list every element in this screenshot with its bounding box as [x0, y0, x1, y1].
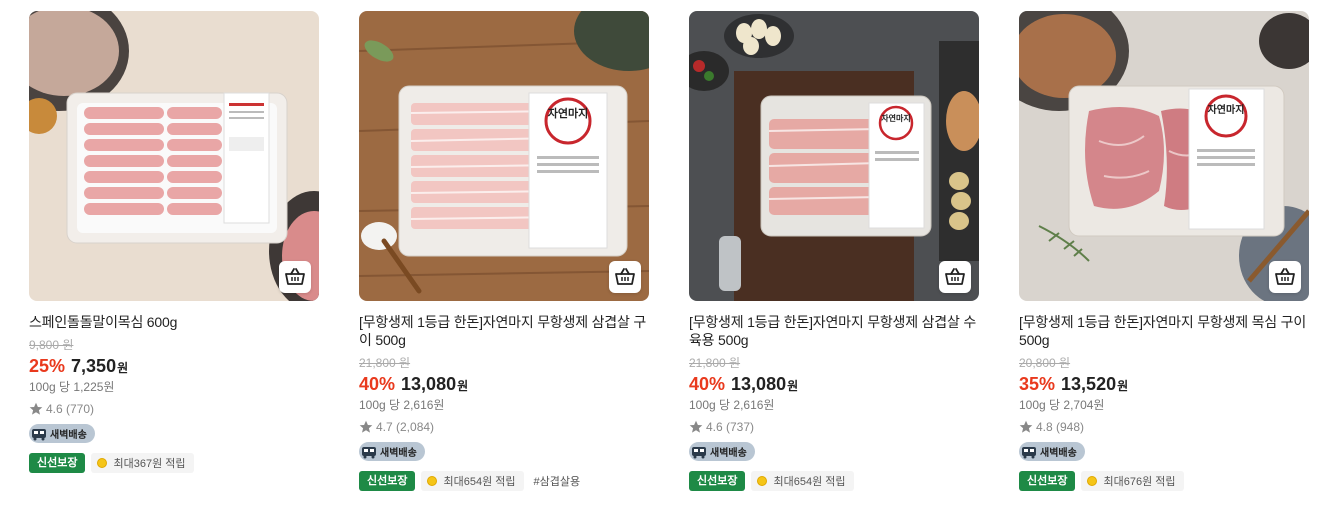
- product-thumbnail[interactable]: 자연마지: [689, 11, 979, 301]
- fresh-guarantee-badge: 신선보장: [689, 470, 746, 491]
- coin-icon: [1087, 475, 1098, 486]
- unit-price: 100g 당 1,225원: [29, 380, 115, 394]
- sale-price: 13,080: [401, 374, 457, 394]
- product-title[interactable]: 스페인돌돌말이목심 600g: [29, 313, 319, 331]
- unit-price: 100g 당 2,616원: [689, 398, 775, 412]
- truck-icon: [362, 446, 376, 458]
- product-thumbnail[interactable]: [29, 11, 319, 301]
- cart-icon: [285, 268, 305, 285]
- star-icon: [1019, 420, 1033, 433]
- unit-price: 100g 당 2,616원: [359, 398, 445, 412]
- add-to-cart-button[interactable]: [279, 261, 311, 293]
- cart-icon: [615, 268, 635, 285]
- price-line: 25% 7,350 원: [29, 356, 319, 378]
- points-badge: 최대654원 적립: [751, 470, 854, 491]
- badge-row: 신선보장 최대676원 적립: [1019, 470, 1309, 491]
- rating: 4.6 (737): [689, 420, 979, 434]
- discount-rate: 40%: [359, 374, 396, 394]
- star-icon: [29, 402, 43, 415]
- product-title[interactable]: [무항생제 1등급 한돈]자연마지 무항생제 삼겹살 수육용 500g: [689, 313, 979, 349]
- product-photo: 자연마지: [689, 11, 979, 301]
- product-card[interactable]: 스페인돌돌말이목심 600g 9,800 원 25% 7,350 원 100g …: [29, 11, 319, 473]
- points-label: 최대676원 적립: [1103, 475, 1176, 488]
- rating-value: 4.7 (2,084): [376, 420, 435, 434]
- original-price: 21,800 원: [689, 356, 741, 370]
- truck-icon: [1022, 446, 1036, 458]
- product-thumbnail[interactable]: 자연마지: [359, 11, 649, 301]
- delivery-badge: 새벽배송: [359, 442, 425, 461]
- product-card[interactable]: 자연마지 [무항생제 1등급 한돈]자연마지 무항생제 목심 구이 500g 2…: [1019, 11, 1309, 491]
- currency-label: 원: [787, 379, 799, 393]
- product-thumbnail[interactable]: 자연마지: [1019, 11, 1309, 301]
- product-grid: 스페인돌돌말이목심 600g 9,800 원 25% 7,350 원 100g …: [0, 0, 1322, 525]
- currency-label: 원: [117, 361, 129, 375]
- badge-row: 신선보장 최대654원 적립: [689, 470, 979, 491]
- coin-icon: [427, 475, 438, 486]
- package-label: 자연마지: [1208, 103, 1245, 116]
- truck-icon: [32, 428, 46, 440]
- price-line: 40% 13,080 원: [359, 374, 649, 396]
- product-card[interactable]: 자연마지 [무항생제 1등급 한돈]자연마지 무항생제 삼겹살 구이 500g …: [359, 11, 649, 491]
- coin-icon: [97, 457, 108, 468]
- product-photo: 자연마지: [1019, 11, 1309, 301]
- add-to-cart-button[interactable]: [1269, 261, 1301, 293]
- package-label: 자연마지: [548, 106, 588, 120]
- product-photo: 자연마지: [359, 11, 649, 301]
- coin-icon: [757, 475, 768, 486]
- hashtag[interactable]: #삼겹살용: [534, 473, 581, 489]
- price-line: 35% 13,520 원: [1019, 374, 1309, 396]
- star-icon: [689, 420, 703, 433]
- delivery-badge: 새벽배송: [689, 442, 755, 461]
- sale-price: 13,520: [1061, 374, 1117, 394]
- product-title[interactable]: [무항생제 1등급 한돈]자연마지 무항생제 삼겹살 구이 500g: [359, 313, 649, 349]
- rating: 4.8 (948): [1019, 420, 1309, 434]
- points-label: 최대367원 적립: [113, 457, 186, 470]
- discount-rate: 25%: [29, 356, 66, 376]
- rating-value: 4.6 (737): [706, 420, 755, 434]
- cart-icon: [1275, 268, 1295, 285]
- badge-row: 신선보장 최대654원 적립 #삼겹살용: [359, 470, 649, 491]
- rating: 4.6 (770): [29, 402, 319, 416]
- delivery-label: 새벽배송: [50, 430, 87, 441]
- fresh-guarantee-badge: 신선보장: [29, 452, 86, 473]
- rating-value: 4.8 (948): [1036, 420, 1085, 434]
- original-price: 21,800 원: [359, 356, 411, 370]
- product-photo: [29, 11, 319, 301]
- fresh-guarantee-badge: 신선보장: [1019, 470, 1076, 491]
- product-card[interactable]: 자연마지 [무항생제 1등급 한돈]자연마지 무항생제 삼겹살 수육용 500g…: [689, 11, 979, 491]
- original-price: 9,800 원: [29, 338, 74, 352]
- star-icon: [359, 420, 373, 433]
- points-badge: 최대676원 적립: [1081, 470, 1184, 491]
- points-label: 최대654원 적립: [443, 475, 516, 488]
- package-label: 자연마지: [881, 113, 910, 123]
- add-to-cart-button[interactable]: [609, 261, 641, 293]
- discount-rate: 40%: [689, 374, 726, 394]
- delivery-label: 새벽배송: [380, 448, 417, 459]
- cart-icon: [945, 268, 965, 285]
- currency-label: 원: [1117, 379, 1129, 393]
- points-badge: 최대367원 적립: [91, 452, 194, 473]
- points-label: 최대654원 적립: [773, 475, 846, 488]
- sale-price: 7,350: [71, 356, 117, 376]
- sale-price: 13,080: [731, 374, 787, 394]
- delivery-badge: 새벽배송: [1019, 442, 1085, 461]
- delivery-label: 새벽배송: [710, 448, 747, 459]
- add-to-cart-button[interactable]: [939, 261, 971, 293]
- fresh-guarantee-badge: 신선보장: [359, 470, 416, 491]
- rating-value: 4.6 (770): [46, 402, 95, 416]
- badge-row: 신선보장 최대367원 적립: [29, 452, 319, 473]
- rating: 4.7 (2,084): [359, 420, 649, 434]
- truck-icon: [692, 446, 706, 458]
- points-badge: 최대654원 적립: [421, 470, 524, 491]
- delivery-label: 새벽배송: [1040, 448, 1077, 459]
- discount-rate: 35%: [1019, 374, 1056, 394]
- product-title[interactable]: [무항생제 1등급 한돈]자연마지 무항생제 목심 구이 500g: [1019, 313, 1309, 349]
- original-price: 20,800 원: [1019, 356, 1071, 370]
- price-line: 40% 13,080 원: [689, 374, 979, 396]
- delivery-badge: 새벽배송: [29, 424, 95, 443]
- unit-price: 100g 당 2,704원: [1019, 398, 1105, 412]
- currency-label: 원: [457, 379, 469, 393]
